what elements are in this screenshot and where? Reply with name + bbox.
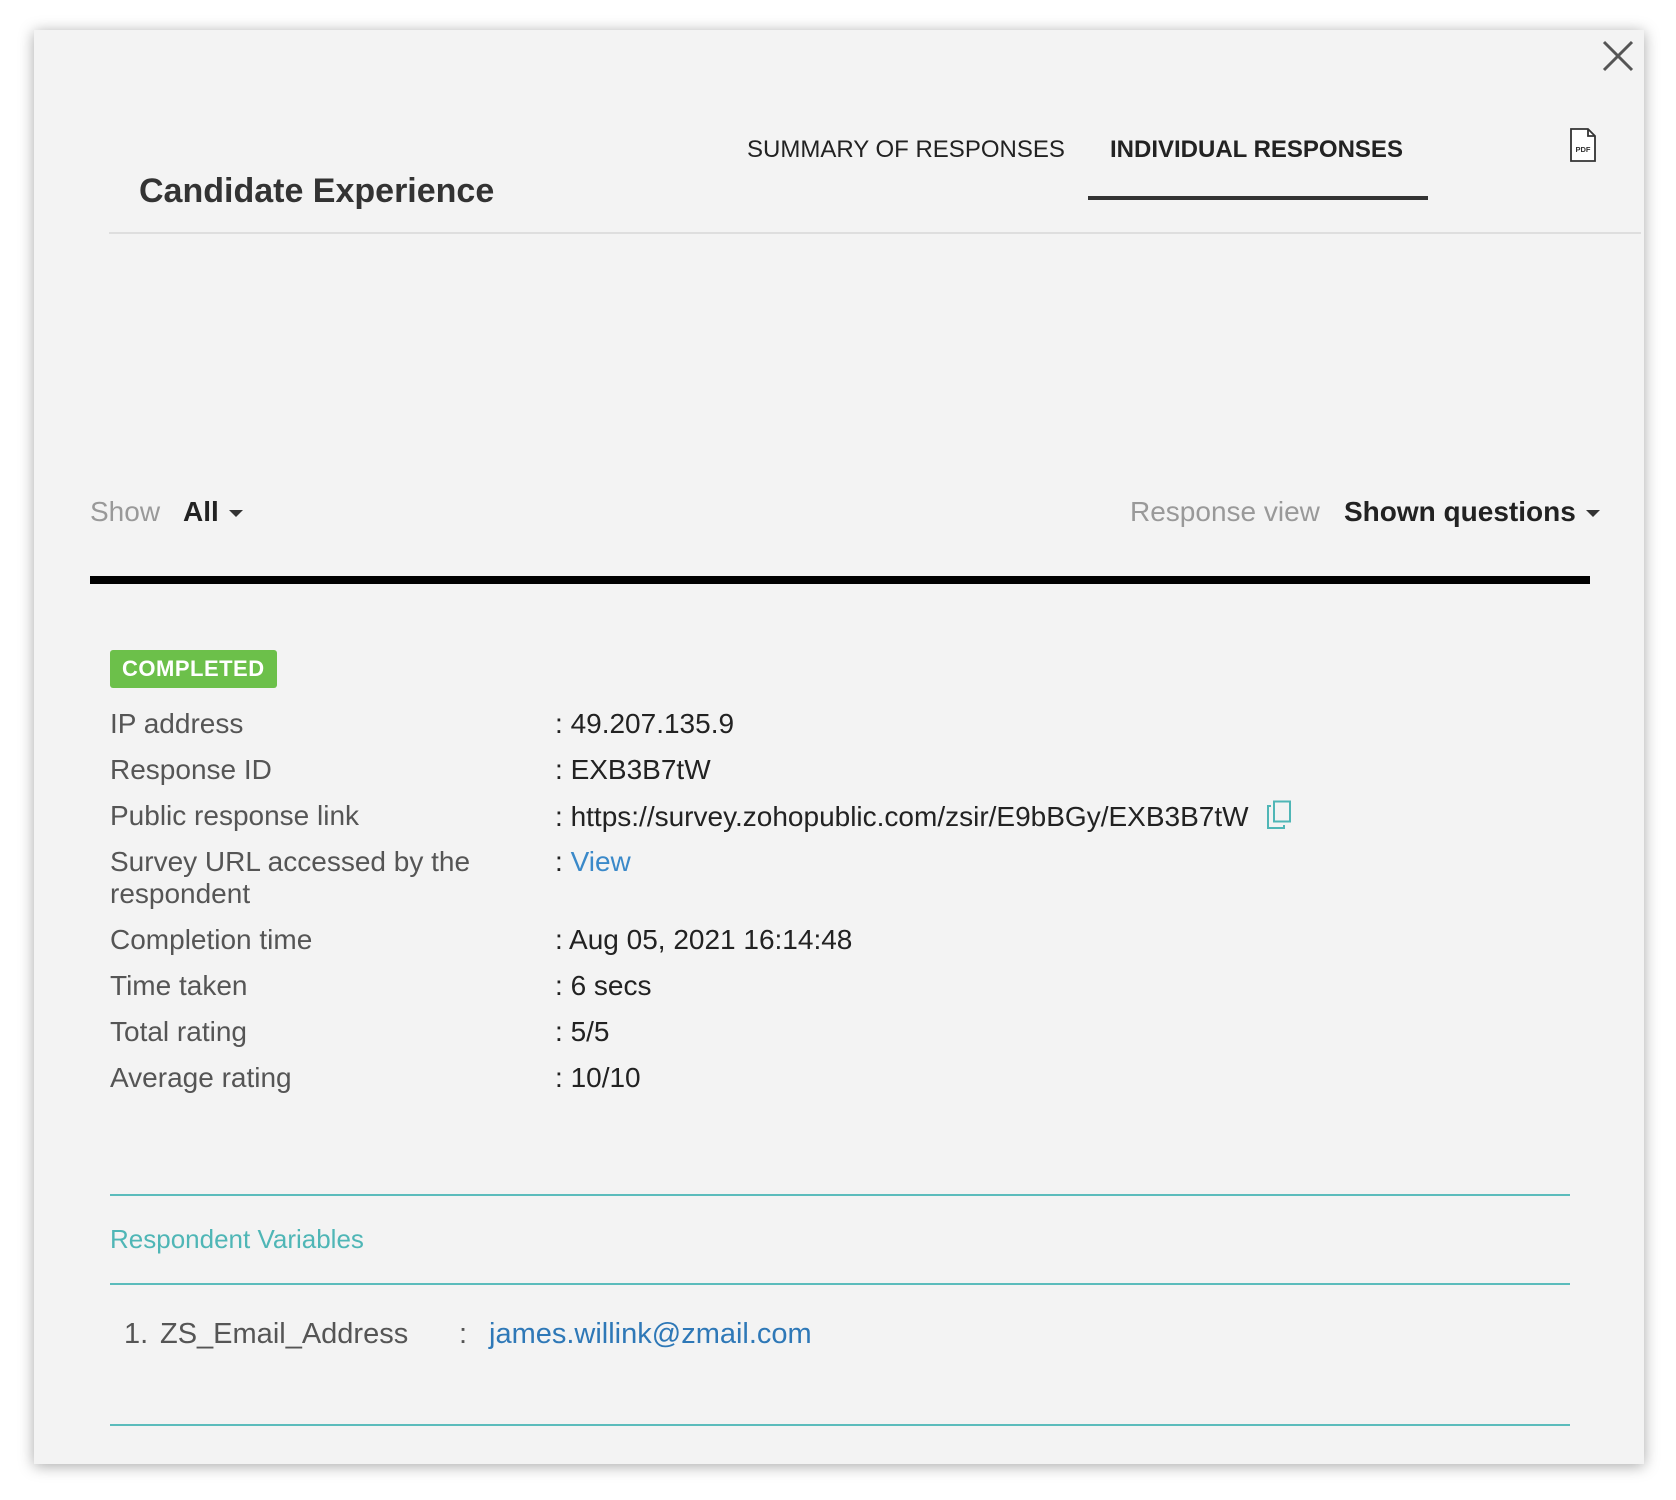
section-divider-bottom (110, 1424, 1570, 1426)
separator: : (555, 846, 563, 877)
pdf-file-icon[interactable]: PDF (1569, 128, 1597, 162)
public-response-link-text: https://survey.zohopublic.com/zsir/E9bBG… (570, 801, 1249, 832)
time-taken-value: : 6 secs (555, 970, 652, 1002)
separator: : (555, 754, 563, 785)
response-id-value: : EXB3B7tW (555, 754, 711, 786)
variable-number: 1. (124, 1318, 149, 1350)
completion-time-value: : Aug 05, 2021 16:14:48 (555, 924, 852, 956)
view-survey-url-link[interactable]: View (571, 846, 631, 877)
survey-url-label: Survey URL accessed by the respondent (110, 846, 471, 909)
separator: : (555, 708, 563, 739)
tab-individual-responses[interactable]: INDIVIDUAL RESPONSES (1110, 136, 1403, 164)
separator: : (555, 1062, 563, 1093)
ip-address-value: : 49.207.135.9 (555, 708, 734, 740)
response-view-dropdown-value: Shown questions (1344, 496, 1576, 527)
status-badge: COMPLETED (110, 650, 277, 688)
average-rating-text: 10/10 (570, 1062, 641, 1093)
completion-time-label: Completion time (110, 924, 313, 955)
copy-icon[interactable] (1266, 800, 1292, 830)
separator: : (555, 970, 563, 1001)
response-view-dropdown[interactable]: Shown questions (1344, 496, 1600, 528)
total-rating-label: Total rating (110, 1016, 247, 1047)
response-id-text: EXB3B7tW (570, 754, 711, 785)
survey-title: Candidate Experience (139, 172, 495, 210)
response-view-label: Response view (1130, 496, 1320, 527)
separator: : (555, 801, 563, 832)
variable-email-link[interactable]: james.willink@zmail.com (489, 1318, 812, 1351)
ip-address-text: 49.207.135.9 (570, 708, 735, 739)
chevron-down-icon (228, 510, 243, 518)
response-id-label: Response ID (110, 754, 272, 785)
public-response-link-value: : https://survey.zohopublic.com/zsir/E9b… (555, 800, 1292, 833)
chevron-down-icon (1585, 510, 1600, 518)
close-icon[interactable] (1600, 38, 1636, 74)
pdf-icon-text: PDF (1576, 145, 1591, 154)
show-dropdown-value: All (183, 496, 219, 527)
show-dropdown[interactable]: All (183, 496, 243, 528)
variable-name: ZS_Email_Address (160, 1318, 409, 1350)
separator: : (459, 1318, 468, 1350)
section-divider-top (110, 1194, 1570, 1196)
show-label: Show (90, 496, 161, 527)
tab-summary-of-responses[interactable]: SUMMARY OF RESPONSES (747, 136, 1065, 164)
ip-address-label: IP address (110, 708, 244, 739)
average-rating-label: Average rating (110, 1062, 292, 1093)
total-rating-value: : 5/5 (555, 1016, 610, 1048)
average-rating-value: : 10/10 (555, 1062, 641, 1094)
public-response-link-label: Public response link (110, 800, 360, 831)
time-taken-label: Time taken (110, 970, 248, 1001)
time-taken-text: 6 secs (570, 970, 652, 1001)
separator: : (555, 1016, 563, 1047)
section-divider-middle (110, 1283, 1570, 1285)
separator: : (555, 924, 563, 955)
modal-header: Candidate Experience SUMMARY OF RESPONSE… (109, 100, 1641, 234)
completion-time-text: Aug 05, 2021 16:14:48 (569, 924, 853, 955)
total-rating-text: 5/5 (570, 1016, 610, 1047)
respondent-variables-title: Respondent Variables (110, 1224, 364, 1254)
active-tab-indicator (1088, 196, 1428, 200)
response-divider-bar (90, 576, 1590, 584)
survey-url-value: : View (555, 846, 631, 878)
